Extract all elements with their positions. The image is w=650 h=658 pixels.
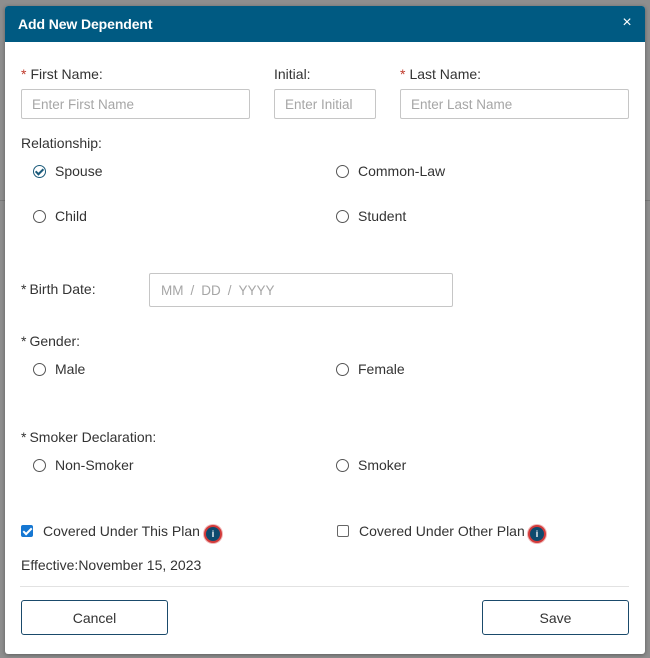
radio-label: Common-Law [358,163,446,179]
date-month-placeholder[interactable]: MM [161,283,184,298]
smoker-label-text: Smoker Declaration: [29,429,157,445]
required-asterisk: * [21,333,27,349]
radio-label: Smoker [358,457,407,473]
dialog-title: Add New Dependent [18,16,153,32]
radio-checked-icon [33,164,46,178]
last-name-label: * Last Name: [400,66,481,82]
radio-student[interactable]: Student [336,208,406,224]
add-dependent-dialog: Add New Dependent × *First Name: Initial… [5,6,645,654]
birth-date-input[interactable]: MM / DD / YYYY [149,273,453,307]
radio-common-law[interactable]: Common-Law [336,163,445,179]
gender-label: * Gender: [21,333,80,349]
last-name-input[interactable] [400,89,629,119]
first-name-label-text: First Name: [30,66,103,82]
date-separator: / [227,282,232,298]
radio-icon [336,209,349,223]
radio-label: Male [55,361,86,377]
checkbox-label: Covered Under This Plan [43,523,200,539]
radio-icon [33,458,46,472]
radio-smoker[interactable]: Smoker [336,457,406,473]
radio-spouse[interactable]: Spouse [33,163,102,179]
radio-child[interactable]: Child [33,208,87,224]
cancel-button[interactable]: Cancel [21,600,168,635]
info-icon[interactable]: i [530,527,544,541]
date-separator: / [190,282,195,298]
smoker-label: * Smoker Declaration: [21,429,156,445]
radio-label: Female [358,361,405,377]
radio-icon [33,362,46,376]
covered-this-plan-checkbox[interactable]: Covered Under This Plan [21,523,200,539]
save-button[interactable]: Save [482,600,629,635]
initial-input[interactable] [274,89,376,119]
radio-female[interactable]: Female [336,361,405,377]
radio-label: Student [358,208,407,224]
effective-date-text: Effective:November 15, 2023 [21,557,202,573]
first-name-label: * First Name: [21,66,103,82]
relationship-label: Relationship: [21,135,102,151]
info-icon[interactable]: i [206,527,220,541]
checkbox-label: Covered Under Other Plan [359,523,525,539]
covered-other-plan-checkbox[interactable]: Covered Under Other Plan [337,523,525,539]
gender-label-text: Gender: [29,333,81,349]
footer-divider [20,586,629,587]
checkbox-checked-icon [21,525,33,537]
backdrop-divider [645,200,650,201]
required-asterisk: * [21,66,27,82]
radio-icon [336,362,349,376]
last-name-label-text: Last Name: [409,66,482,82]
radio-icon [336,458,349,472]
first-name-input[interactable] [21,89,250,119]
required-asterisk: * [400,66,406,82]
date-year-placeholder[interactable]: YYYY [239,283,275,298]
radio-male[interactable]: Male [33,361,85,377]
dialog-header: Add New Dependent × [5,6,645,42]
initial-label: Initial: [274,66,311,82]
radio-icon [33,209,46,223]
birth-date-label-text: Birth Date: [29,281,96,297]
radio-label: Spouse [55,163,103,179]
checkbox-icon [337,525,349,537]
radio-label: Child [55,208,87,224]
required-asterisk: * [21,429,27,445]
radio-non-smoker[interactable]: Non-Smoker [33,457,134,473]
radio-label: Non-Smoker [55,457,134,473]
radio-icon [336,164,349,178]
required-asterisk: * [21,281,27,297]
date-day-placeholder[interactable]: DD [201,283,221,298]
birth-date-label: * Birth Date: [21,281,96,297]
close-icon[interactable]: × [618,13,636,33]
